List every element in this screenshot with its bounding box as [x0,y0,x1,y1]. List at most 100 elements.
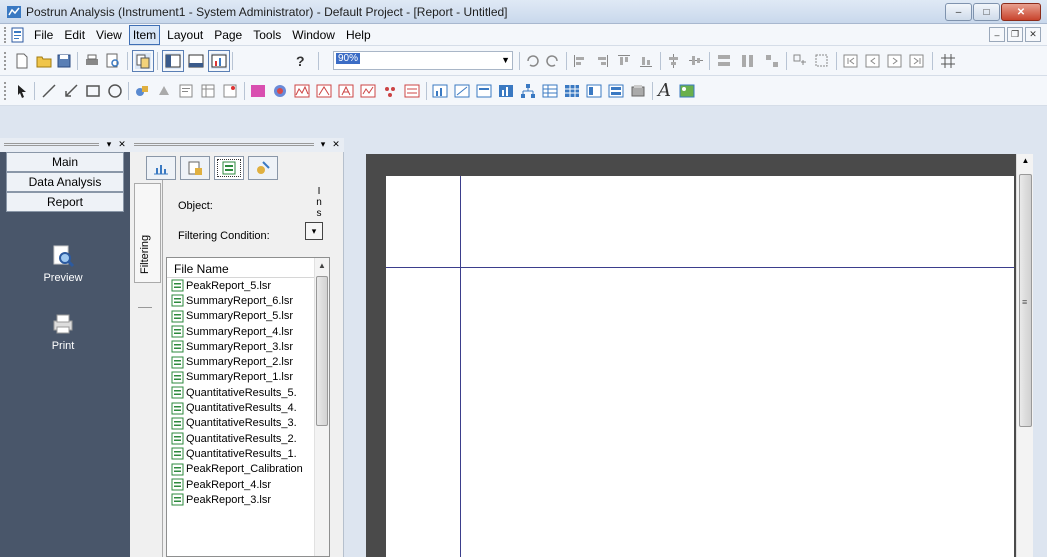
arrow-tool-icon[interactable] [63,83,79,99]
tab-chart[interactable] [146,156,176,180]
list-item[interactable]: SummaryReport_1.lsr [167,370,329,385]
tab-report-files[interactable] [214,156,244,180]
undo-icon[interactable] [524,53,540,69]
tab-method[interactable] [180,156,210,180]
spectrum-icon[interactable] [294,83,310,99]
list-item[interactable]: SummaryReport_5.lsr [167,309,329,324]
list-item[interactable]: PeakReport_3.lsr [167,492,329,507]
page-info-icon[interactable] [222,83,238,99]
list-item[interactable]: QuantitativeResults_3. [167,416,329,431]
close-icon[interactable]: ✕ [330,138,342,150]
peak-table-icon[interactable] [316,83,332,99]
toolbar-grip[interactable] [4,82,7,100]
group-icon[interactable] [792,53,808,69]
first-page-icon[interactable] [843,53,859,69]
instrument-icon[interactable] [630,83,646,99]
align-right-icon[interactable] [594,53,610,69]
panel-left-icon[interactable] [162,50,184,72]
list-item[interactable]: SummaryReport_6.lsr [167,293,329,308]
list-item[interactable]: SummaryReport_3.lsr [167,339,329,354]
menu-view[interactable]: View [92,25,126,45]
dropdown-icon[interactable]: ▾ [103,138,115,150]
menu-item[interactable]: Item [128,25,161,45]
hierarchy-icon[interactable] [520,83,536,99]
mdi-restore-button[interactable]: ❐ [1007,27,1023,42]
mdi-minimize-button[interactable]: – [989,27,1005,42]
close-icon[interactable]: ✕ [116,138,128,150]
nav-tab-main[interactable]: Main [6,152,124,172]
data-table-icon[interactable] [542,83,558,99]
copy-layout-icon[interactable] [132,50,154,72]
menu-layout[interactable]: Layout [163,25,207,45]
list-item[interactable]: SummaryReport_2.lsr [167,354,329,369]
list-item[interactable]: PeakReport_Calibration [167,462,329,477]
report-page[interactable] [386,176,1014,557]
list-item[interactable]: PeakReport_4.lsr [167,477,329,492]
redo-icon[interactable] [545,53,561,69]
list-item[interactable]: QuantitativeResults_4. [167,400,329,415]
select-area-icon[interactable] [814,53,830,69]
minimize-button[interactable]: – [945,3,972,21]
same-width-icon[interactable] [716,53,732,69]
file-name-header[interactable]: File Name [167,258,329,278]
tab-batch[interactable] [248,156,278,180]
compound-table-icon[interactable] [338,83,354,99]
list-item[interactable]: QuantitativeResults_5. [167,385,329,400]
ole-tool-icon[interactable] [156,83,172,99]
report-canvas[interactable]: ▲ ≡ [366,154,1033,557]
new-document-icon[interactable] [14,53,30,69]
same-height-icon[interactable] [740,53,756,69]
menu-edit[interactable]: Edit [60,25,89,45]
menu-file[interactable]: File [30,25,57,45]
file-list-scrollbar[interactable]: ▲ [314,258,329,556]
pointer-icon[interactable] [14,83,30,99]
print-tile[interactable]: Print [18,312,108,352]
align-top-icon[interactable] [616,53,632,69]
bar-chart-icon[interactable] [498,83,514,99]
same-size-icon[interactable] [764,53,780,69]
molecule-icon[interactable] [382,83,398,99]
align-bottom-icon[interactable] [638,53,654,69]
next-page-icon[interactable] [887,53,903,69]
mdi-close-button[interactable]: ✕ [1025,27,1041,42]
trend-chart-icon[interactable] [454,83,470,99]
print-icon[interactable] [84,53,100,69]
menu-help[interactable]: Help [342,25,375,45]
library-search-icon[interactable] [404,83,420,99]
table-tool-icon[interactable] [200,83,216,99]
report-scrollbar[interactable]: ▲ ≡ [1016,154,1033,557]
scroll-thumb[interactable] [316,276,328,426]
image-tool-icon[interactable] [134,83,150,99]
list-item[interactable]: QuantitativeResults_2. [167,431,329,446]
tab-filtering[interactable]: Filtering [134,183,161,283]
panel-bottom-icon[interactable] [188,53,204,69]
filtering-condition-dropdown[interactable]: ▾ [305,222,323,240]
list-item[interactable]: QuantitativeResults_1. [167,446,329,461]
list-item[interactable]: PeakReport_5.lsr [167,278,329,293]
grid-icon[interactable] [940,53,956,69]
scroll-up-icon[interactable]: ▲ [315,258,329,273]
toolbar-grip[interactable] [4,52,7,70]
chevron-down-icon[interactable]: ▼ [501,55,510,65]
results-table-icon[interactable] [476,83,492,99]
insert-picture-icon[interactable] [679,83,695,99]
scroll-up-icon[interactable]: ▲ [1017,156,1034,165]
dropdown-icon[interactable]: ▾ [317,138,329,150]
align-left-icon[interactable] [572,53,588,69]
summary-chart-icon[interactable] [432,83,448,99]
chromatogram-icon[interactable] [250,83,266,99]
grid-table-icon[interactable] [564,83,580,99]
preview-tile[interactable]: Preview [18,244,108,284]
close-button[interactable]: ✕ [1001,3,1041,21]
center-vertical-icon[interactable] [666,53,682,69]
print-preview-icon[interactable] [105,53,121,69]
previous-page-icon[interactable] [865,53,881,69]
method-table-icon[interactable] [608,83,624,99]
menu-page[interactable]: Page [210,25,246,45]
rectangle-tool-icon[interactable] [85,83,101,99]
center-horizontal-icon[interactable] [688,53,704,69]
nav-tab-data-analysis[interactable]: Data Analysis [6,172,124,192]
sequence-table-icon[interactable] [586,83,602,99]
maximize-button[interactable]: □ [973,3,1000,21]
list-item[interactable]: SummaryReport_4.lsr [167,324,329,339]
